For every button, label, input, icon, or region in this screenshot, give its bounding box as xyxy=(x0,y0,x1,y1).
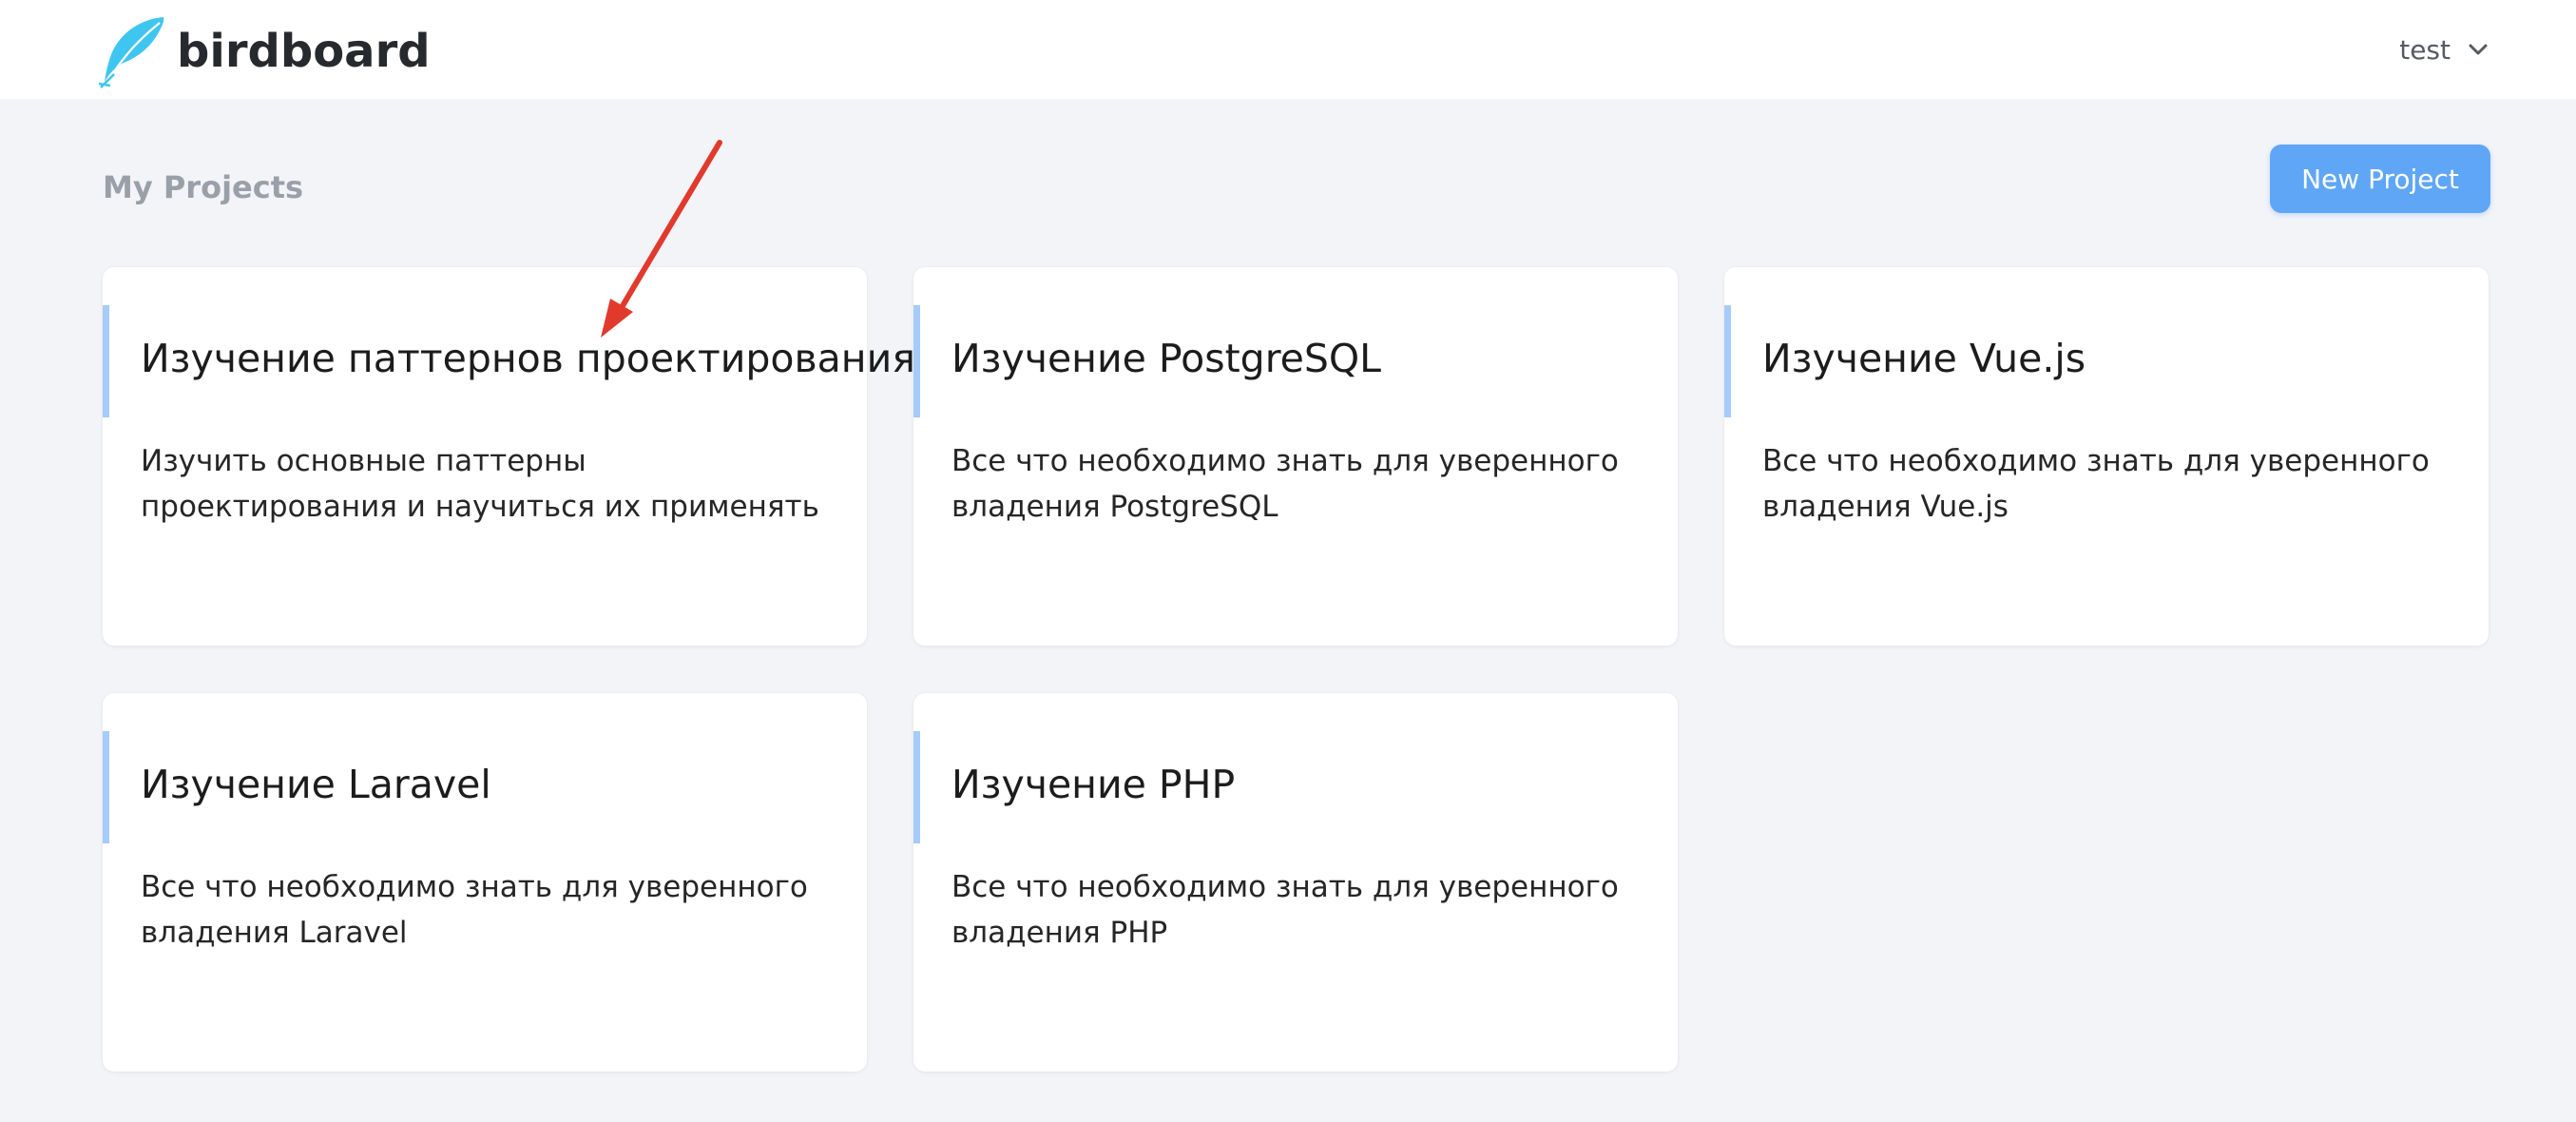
card-accent-bar xyxy=(103,305,109,417)
card-accent-bar xyxy=(103,731,109,843)
card-accent-bar xyxy=(913,731,920,843)
chevron-down-icon xyxy=(2469,44,2488,55)
project-title[interactable]: Изучение PostgreSQL xyxy=(952,336,1649,381)
project-card[interactable]: Изучение паттернов проектирования Изучит… xyxy=(103,267,915,646)
user-name: test xyxy=(2399,33,2451,66)
app-name: birdboard xyxy=(177,25,431,78)
project-title[interactable]: Изучение паттернов проектирования xyxy=(141,336,915,381)
new-project-button[interactable]: New Project xyxy=(2270,145,2490,213)
card-accent-bar xyxy=(1724,305,1731,417)
feather-icon xyxy=(98,17,164,88)
project-title[interactable]: Изучение PHP xyxy=(952,762,1649,807)
page-title: My Projects xyxy=(103,169,304,205)
navbar: birdboard test xyxy=(0,0,2576,99)
project-description: Изучить основные паттерны проектирования… xyxy=(141,444,819,524)
project-description: Все что необходимо знать для уверенного … xyxy=(141,870,808,950)
project-card[interactable]: Изучение PHP Все что необходимо знать дл… xyxy=(913,693,1678,1072)
project-description: Все что необходимо знать для уверенного … xyxy=(1762,444,2430,524)
user-menu[interactable]: test xyxy=(2399,29,2489,70)
project-card[interactable]: Изучение Laravel Все что необходимо знат… xyxy=(103,693,867,1072)
project-description: Все что необходимо знать для уверенного … xyxy=(952,870,1619,950)
project-title[interactable]: Изучение Vue.js xyxy=(1762,336,2460,381)
project-title[interactable]: Изучение Laravel xyxy=(141,762,838,807)
project-card[interactable]: Изучение Vue.js Все что необходимо знать… xyxy=(1724,267,2489,646)
project-card[interactable]: Изучение PostgreSQL Все что необходимо з… xyxy=(913,267,1678,646)
project-description: Все что необходимо знать для уверенного … xyxy=(952,444,1619,524)
card-accent-bar xyxy=(913,305,920,417)
logo[interactable]: birdboard xyxy=(97,13,431,89)
